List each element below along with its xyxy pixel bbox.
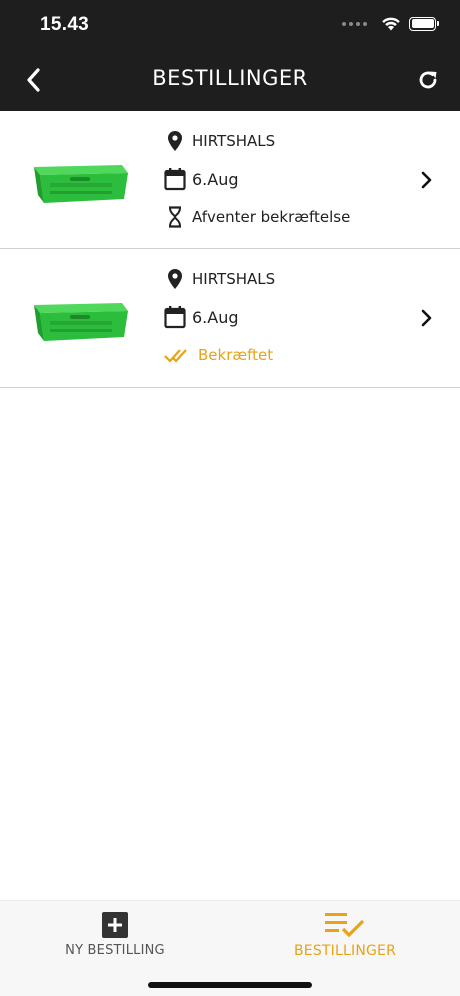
- order-date: 6.Aug: [164, 305, 239, 329]
- order-location-text: HIRTSHALS: [192, 132, 276, 150]
- page-title: BESTILLINGER: [152, 66, 308, 90]
- status-time: 15.43: [40, 14, 90, 35]
- location-pin-icon: [164, 267, 186, 291]
- order-date: 6.Aug: [164, 167, 239, 191]
- status-indicators: [342, 16, 439, 31]
- battery-icon: [409, 16, 439, 31]
- plus-square-icon: [102, 911, 128, 939]
- order-location-text: HIRTSHALS: [192, 270, 276, 288]
- order-location: HIRTSHALS: [164, 267, 275, 291]
- double-check-icon: [164, 343, 192, 367]
- order-row[interactable]: HIRTSHALS 6.Aug Afventer bekræftelse: [0, 111, 460, 249]
- calendar-icon: [164, 305, 186, 329]
- order-status-text: Afventer bekræftelse: [192, 208, 351, 226]
- refresh-icon: [419, 71, 437, 89]
- order-date-text: 6.Aug: [192, 307, 239, 327]
- calendar-icon: [164, 167, 186, 191]
- fish-crate-image: [34, 165, 128, 203]
- fish-crate-image: [34, 303, 128, 341]
- order-row[interactable]: HIRTSHALS 6.Aug Bekræftet: [0, 249, 460, 388]
- chevron-right-icon: [421, 171, 432, 189]
- wifi-icon: [381, 16, 401, 31]
- refresh-button[interactable]: [414, 66, 442, 94]
- home-indicator: [148, 982, 312, 988]
- tab-new-order-label: NY BESTILLING: [65, 943, 165, 958]
- list-check-icon: [325, 911, 365, 939]
- app-screen: 15.43 BESTILLINGER HIRTSHALS 6.Aug Afven…: [0, 0, 460, 996]
- order-date-text: 6.Aug: [192, 169, 239, 189]
- order-location: HIRTSHALS: [164, 129, 275, 153]
- tab-orders-label: BESTILLINGER: [293, 943, 397, 959]
- location-pin-icon: [164, 129, 186, 153]
- order-list: HIRTSHALS 6.Aug Afventer bekræftelse HIR…: [0, 111, 460, 388]
- order-status: Bekræftet: [164, 343, 273, 367]
- tab-new-order[interactable]: NY BESTILLING: [0, 901, 230, 971]
- order-status-text: Bekræftet: [198, 346, 274, 364]
- tab-orders[interactable]: BESTILLINGER: [230, 901, 460, 971]
- top-bar: 15.43 BESTILLINGER: [0, 0, 460, 111]
- chevron-right-icon: [421, 309, 432, 327]
- cellular-signal-icon: [342, 21, 367, 26]
- hourglass-icon: [164, 205, 186, 229]
- order-status: Afventer bekræftelse: [164, 205, 350, 229]
